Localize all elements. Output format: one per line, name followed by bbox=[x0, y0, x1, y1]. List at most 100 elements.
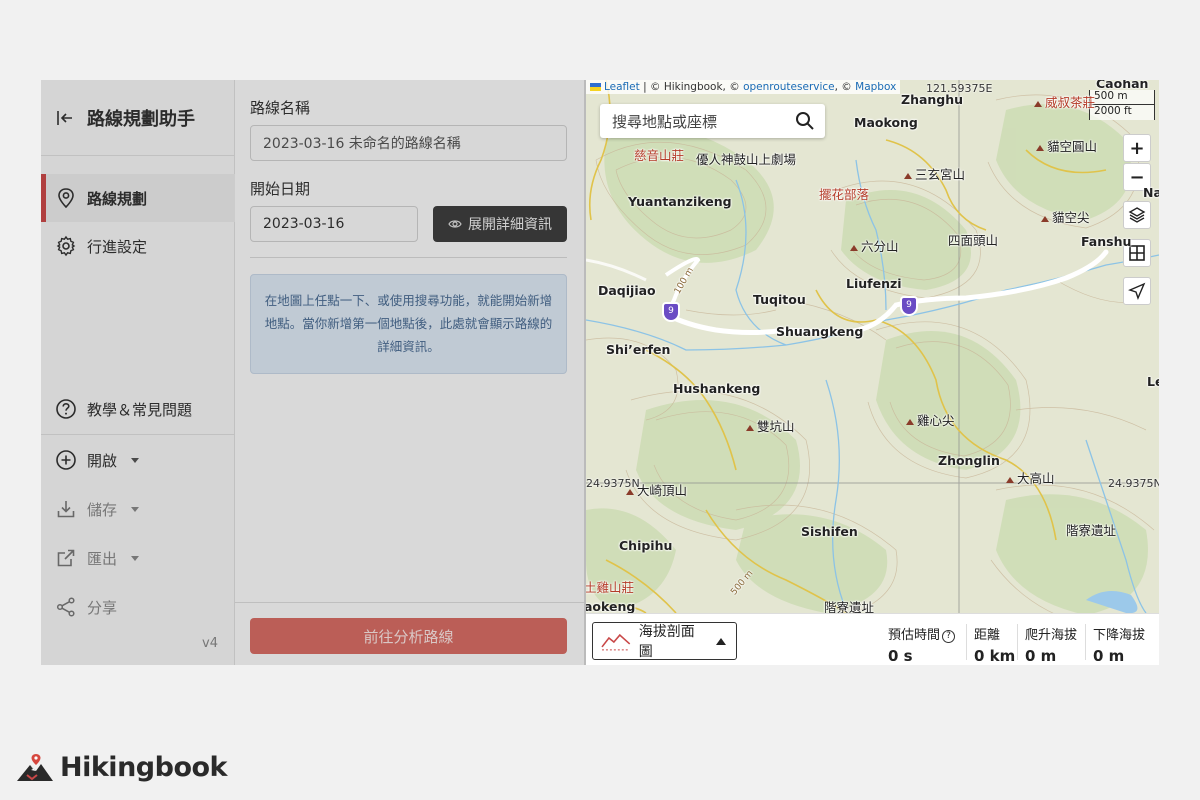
map-place-label: Liufenzi bbox=[846, 276, 902, 291]
route-planner-app: 路線規劃助手 路線規劃 行進設定 教學＆常見問題 開啟 儲存 匯出 分享 v4 … bbox=[41, 80, 1159, 665]
map-view[interactable]: Leaflet | © Hikingbook, © openrouteservi… bbox=[586, 80, 1159, 665]
sidebar-header: 路線規劃助手 bbox=[41, 80, 234, 156]
place-text: 雞心尖 bbox=[917, 413, 955, 428]
map-place-label: Tuqitou bbox=[753, 292, 806, 307]
map-pin-icon bbox=[58, 188, 74, 209]
panel-footer-divider bbox=[235, 602, 584, 603]
place-text: 大崎頂山 bbox=[637, 483, 688, 498]
sidebar-divider bbox=[41, 434, 235, 435]
sidebar-item-label: 開啟 bbox=[87, 451, 118, 470]
stat-label: 下降海拔 bbox=[1093, 628, 1146, 643]
openrouteservice-link[interactable]: openrouteservice bbox=[743, 81, 835, 93]
map-search-input[interactable]: 搜尋地點或座標 bbox=[600, 104, 825, 138]
screenshot-stage: 路線規劃助手 路線規劃 行進設定 教學＆常見問題 開啟 儲存 匯出 分享 v4 … bbox=[0, 0, 1200, 800]
navigation-arrow-icon bbox=[1128, 282, 1146, 300]
map-place-label: 雞心尖 bbox=[906, 410, 955, 429]
sidebar-item-help[interactable]: 教學＆常見問題 bbox=[41, 385, 235, 433]
place-text: 雙坑山 bbox=[757, 419, 795, 434]
chevron-down-icon bbox=[131, 457, 140, 463]
peak-icon bbox=[850, 244, 858, 251]
stat-descent: 下降海拔 0 m bbox=[1093, 624, 1145, 665]
mapbox-link[interactable]: Mapbox bbox=[855, 81, 896, 93]
app-title: 路線規劃助手 bbox=[87, 108, 195, 130]
map-place-label: 土雞山莊 bbox=[586, 580, 635, 595]
start-date-input[interactable]: 2023-03-16 bbox=[250, 206, 418, 242]
scale-imperial: 2000 ft bbox=[1089, 105, 1155, 120]
map-place-label: 六分山 bbox=[850, 236, 899, 255]
peak-icon bbox=[1006, 476, 1014, 483]
map-place-label: 貓空圓山 bbox=[1036, 136, 1097, 155]
place-text: 威叔茶莊 bbox=[1045, 95, 1096, 110]
map-place-label: Sishifen bbox=[801, 524, 858, 539]
attribution-text: , © bbox=[834, 81, 856, 93]
peak-icon bbox=[906, 418, 914, 425]
version-label: v4 bbox=[202, 636, 218, 651]
ukraine-flag-icon bbox=[590, 83, 601, 91]
route-name-input[interactable]: 2023-03-16 未命名的路線名稱 bbox=[250, 125, 567, 161]
road-number-shield: 9 bbox=[662, 302, 680, 322]
map-place-label: Chipihu bbox=[619, 538, 673, 553]
sidebar-item-route-planning[interactable]: 路線規劃 bbox=[41, 174, 235, 222]
stat-value: 0 m bbox=[1093, 647, 1125, 665]
sidebar-item-save[interactable]: 儲存 bbox=[41, 485, 235, 533]
map-place-label: 大高山 bbox=[1006, 468, 1055, 487]
expand-details-button[interactable]: 展開詳細資訊 bbox=[433, 206, 567, 242]
place-text: 大高山 bbox=[1017, 471, 1055, 486]
place-text: 六分山 bbox=[861, 239, 899, 254]
leaflet-link[interactable]: Leaflet bbox=[604, 81, 640, 93]
place-text: 三玄宮山 bbox=[915, 167, 966, 182]
road-number-shield: 9 bbox=[900, 296, 918, 316]
back-arrow-icon[interactable] bbox=[55, 108, 75, 128]
sidebar-item-label: 路線規劃 bbox=[87, 189, 148, 208]
elevation-profile-button[interactable]: 海拔剖面圖 bbox=[592, 622, 737, 660]
search-icon[interactable] bbox=[795, 111, 815, 131]
stat-divider bbox=[1017, 624, 1018, 660]
map-place-label: Daqijiao bbox=[598, 283, 656, 298]
map-bottom-bar: 海拔剖面圖 預估時間? 0 s 距離 0 km 爬升海拔 0 m 下降海拔 0 … bbox=[586, 613, 1159, 665]
stat-label: 預估時間 bbox=[888, 628, 941, 643]
question-circle-icon bbox=[56, 399, 76, 419]
expand-details-label: 展開詳細資訊 bbox=[468, 217, 552, 233]
sidebar-item-export[interactable]: 匯出 bbox=[41, 534, 235, 582]
plus-circle-icon bbox=[56, 450, 76, 470]
start-date-label: 開始日期 bbox=[250, 180, 311, 198]
elevation-chart-icon bbox=[601, 633, 631, 651]
map-place-label: 大崎頂山 bbox=[626, 480, 687, 499]
peak-icon bbox=[1034, 100, 1042, 107]
map-place-label: 四面頭山 bbox=[948, 233, 999, 248]
help-icon[interactable]: ? bbox=[942, 630, 956, 643]
gear-icon bbox=[56, 235, 76, 257]
locate-button[interactable] bbox=[1123, 277, 1151, 305]
map-place-label: 慈音山莊 bbox=[634, 148, 685, 163]
info-message: 在地圖上任點一下、或使用搜尋功能，就能開始新增地點。當你新增第一個地點後，此處就… bbox=[250, 274, 567, 374]
topographic-map-layer bbox=[586, 80, 1159, 665]
stat-value: 0 m bbox=[1025, 647, 1057, 665]
scale-metric: 500 m bbox=[1089, 90, 1155, 105]
route-name-label: 路線名稱 bbox=[250, 99, 311, 117]
sidebar: 路線規劃助手 路線規劃 行進設定 教學＆常見問題 開啟 儲存 匯出 分享 v4 bbox=[41, 80, 235, 665]
sidebar-item-label: 教學＆常見問題 bbox=[87, 400, 193, 419]
map-place-label: 雙坑山 bbox=[746, 416, 795, 435]
map-place-label: Zhanghu bbox=[901, 92, 964, 107]
map-place-label: Fanshu bbox=[1081, 234, 1132, 249]
share-icon bbox=[56, 597, 75, 617]
place-text: 貓空尖 bbox=[1052, 210, 1090, 225]
stat-label: 爬升海拔 bbox=[1025, 628, 1078, 643]
map-place-label: Maokong bbox=[854, 115, 918, 130]
peak-icon bbox=[904, 172, 912, 179]
map-place-label: Caohan bbox=[1096, 80, 1149, 91]
stat-label: 距離 bbox=[974, 628, 1001, 643]
sidebar-item-open[interactable]: 開啟 bbox=[41, 436, 235, 484]
sidebar-item-travel-settings[interactable]: 行進設定 bbox=[41, 222, 235, 270]
layers-button[interactable] bbox=[1123, 201, 1151, 229]
latitude-label: 24.9375N bbox=[1108, 477, 1159, 490]
peak-icon bbox=[1036, 144, 1044, 151]
sidebar-item-share[interactable]: 分享 bbox=[41, 583, 235, 631]
zoom-in-button[interactable]: + bbox=[1123, 134, 1151, 162]
analyze-route-button[interactable]: 前往分析路線 bbox=[250, 618, 567, 654]
map-place-label: 階寮遺址 bbox=[1066, 523, 1117, 538]
map-place-label: Zhonglin bbox=[938, 453, 1000, 468]
stat-value: 0 s bbox=[888, 647, 913, 665]
map-attribution: Leaflet | © Hikingbook, © openrouteservi… bbox=[586, 80, 901, 94]
eye-icon bbox=[448, 220, 462, 228]
